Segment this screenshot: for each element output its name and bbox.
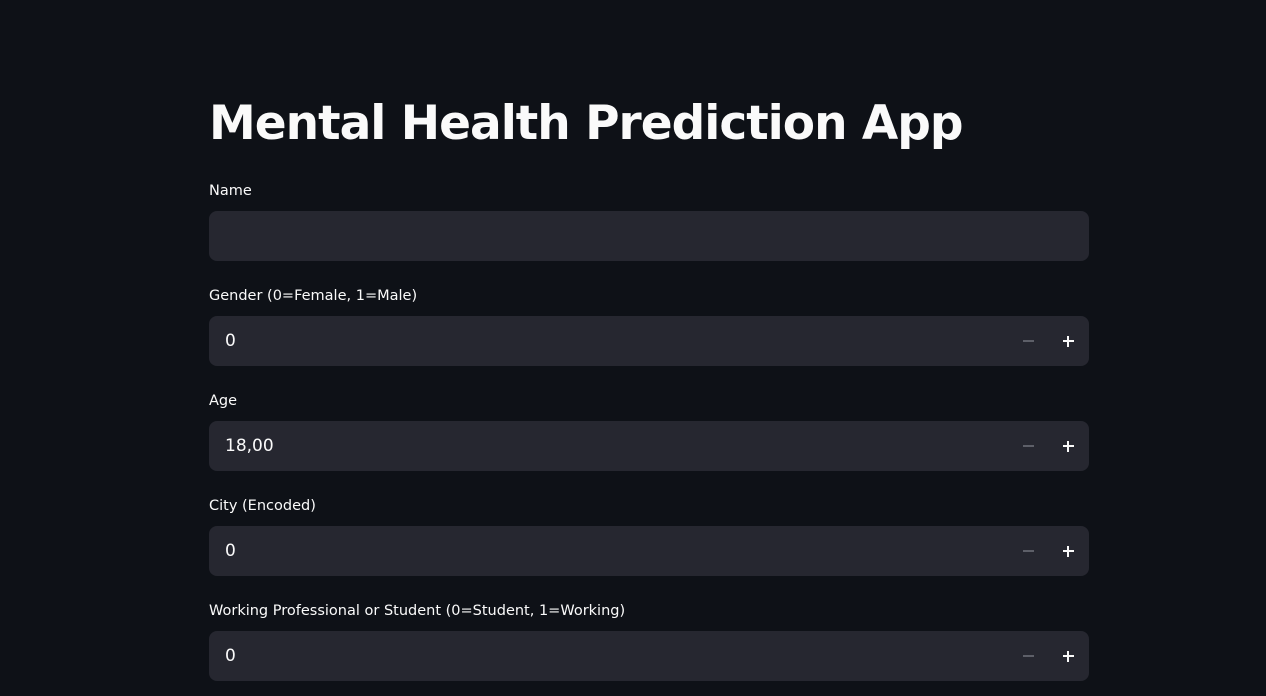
city-number-input[interactable]: 0: [209, 526, 1089, 576]
page-title: Mental Health Prediction App: [209, 96, 964, 151]
plus-icon: [1062, 650, 1074, 662]
minus-icon: [1022, 340, 1034, 342]
gender-field: Gender (0=Female, 1=Male) 0: [209, 285, 1089, 366]
working-status-increment-button[interactable]: [1048, 631, 1088, 681]
gender-number-input[interactable]: 0: [209, 316, 1089, 366]
gender-increment-button[interactable]: [1048, 316, 1088, 366]
city-increment-button[interactable]: [1048, 526, 1088, 576]
name-field: Name: [209, 180, 1089, 261]
age-field: Age 18,00: [209, 390, 1089, 471]
city-value[interactable]: 0: [225, 526, 236, 576]
working-status-label: Working Professional or Student (0=Stude…: [209, 603, 626, 619]
gender-value[interactable]: 0: [225, 316, 236, 366]
city-decrement-button[interactable]: [1008, 526, 1048, 576]
working-status-value[interactable]: 0: [225, 631, 236, 681]
gender-label: Gender (0=Female, 1=Male): [209, 288, 418, 304]
main-content: Mental Health Prediction App Name Gender…: [209, 92, 1089, 681]
age-value[interactable]: 18,00: [225, 421, 274, 471]
name-label: Name: [209, 183, 252, 199]
plus-icon: [1062, 335, 1074, 347]
minus-icon: [1022, 655, 1034, 657]
age-increment-button[interactable]: [1048, 421, 1088, 471]
name-input-box: [209, 211, 1089, 261]
minus-icon: [1022, 445, 1034, 447]
name-input[interactable]: [209, 211, 1089, 261]
app-page: Mental Health Prediction App Name Gender…: [0, 0, 1266, 696]
age-number-input[interactable]: 18,00: [209, 421, 1089, 471]
age-decrement-button[interactable]: [1008, 421, 1048, 471]
plus-icon: [1062, 440, 1074, 452]
working-status-number-input[interactable]: 0: [209, 631, 1089, 681]
city-field: City (Encoded) 0: [209, 495, 1089, 576]
gender-decrement-button[interactable]: [1008, 316, 1048, 366]
working-status-field: Working Professional or Student (0=Stude…: [209, 600, 1089, 681]
minus-icon: [1022, 550, 1034, 552]
city-label: City (Encoded): [209, 498, 316, 514]
plus-icon: [1062, 545, 1074, 557]
age-label: Age: [209, 393, 238, 409]
working-status-decrement-button[interactable]: [1008, 631, 1048, 681]
